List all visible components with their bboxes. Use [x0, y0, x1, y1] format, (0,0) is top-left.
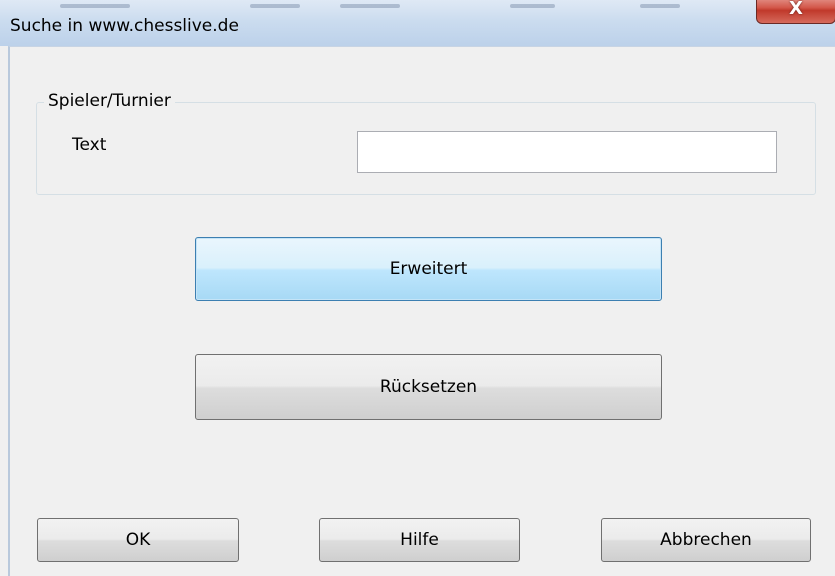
ok-button[interactable]: OK	[37, 518, 239, 562]
title-bar-decoration	[640, 4, 680, 8]
title-bar-decoration	[510, 4, 555, 8]
cancel-button[interactable]: Abbrechen	[601, 518, 811, 562]
window-title: Suche in www.chesslive.de	[10, 16, 239, 36]
title-bar-decoration	[250, 4, 300, 8]
text-field-label: Text	[72, 135, 107, 155]
title-bar[interactable]: Suche in www.chesslive.de X	[0, 0, 835, 46]
search-text-input[interactable]	[357, 131, 777, 173]
title-bar-decoration	[340, 4, 400, 8]
close-icon: X	[789, 0, 803, 19]
help-button[interactable]: Hilfe	[319, 518, 520, 562]
advanced-button[interactable]: Erweitert	[195, 237, 662, 301]
reset-button[interactable]: Rücksetzen	[195, 354, 662, 420]
group-label: Spieler/Turnier	[44, 91, 175, 111]
title-bar-decoration	[60, 4, 130, 8]
close-button[interactable]: X	[756, 0, 835, 24]
